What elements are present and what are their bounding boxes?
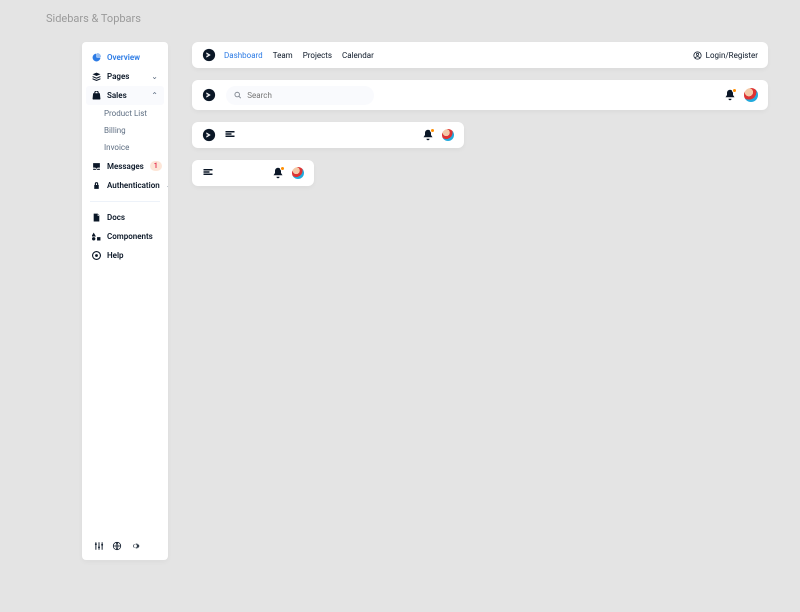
sidebar-item-messages[interactable]: Messages 1 (86, 156, 164, 176)
sidebar-label: Sales (107, 91, 145, 100)
divider (90, 201, 160, 202)
sidebar-footer (82, 535, 168, 560)
sidebar-label: Help (107, 251, 158, 260)
pie-chart-icon (92, 53, 101, 62)
search-icon (234, 91, 241, 99)
login-register-link[interactable]: Login/Register (693, 51, 758, 60)
nav-link-dashboard[interactable]: Dashboard (224, 51, 263, 60)
topbar-nav-links: Dashboard Team Projects Calendar Login/R… (192, 42, 768, 68)
inbox-icon (92, 162, 101, 171)
notification-dot (430, 128, 435, 133)
login-label: Login/Register (706, 51, 758, 60)
nav-links: Dashboard Team Projects Calendar (224, 51, 374, 60)
sidebar-label: Overview (107, 53, 158, 62)
layers-icon (92, 72, 101, 81)
messages-badge: 1 (150, 161, 162, 171)
hamburger-icon (224, 128, 236, 140)
lock-icon (92, 181, 101, 190)
sidebar-item-invoice[interactable]: Invoice (104, 139, 164, 156)
bag-icon (92, 91, 101, 100)
sidebar-label: Messages (107, 162, 144, 171)
notification-dot (732, 88, 737, 93)
shapes-icon (92, 232, 101, 241)
nav-link-projects[interactable]: Projects (303, 51, 332, 60)
sidebar: Overview Pages ⌄ Sales ⌃ Product List Bi… (82, 42, 168, 560)
document-icon (92, 213, 101, 222)
notifications-button[interactable] (724, 89, 736, 101)
nav-link-team[interactable]: Team (273, 51, 293, 60)
sidebar-item-docs[interactable]: Docs (86, 208, 164, 227)
topbar-minimal (192, 160, 314, 186)
hamburger-icon (202, 166, 214, 178)
search-field[interactable] (226, 86, 374, 105)
topbar-search (192, 80, 768, 110)
sidebar-item-sales[interactable]: Sales ⌃ (86, 86, 164, 105)
section-title: Sidebars & Topbars (0, 0, 800, 25)
user-circle-icon (693, 51, 702, 60)
lifebuoy-icon (92, 251, 101, 260)
brand-logo-icon[interactable] (202, 48, 216, 62)
sidebar-item-components[interactable]: Components (86, 227, 164, 246)
sidebar-item-authentication[interactable]: Authentication ⌄ (86, 176, 164, 195)
settings-icon[interactable] (130, 541, 140, 554)
brand-logo-icon[interactable] (202, 88, 216, 102)
globe-icon[interactable] (112, 541, 122, 554)
sidebar-label: Authentication (107, 181, 160, 190)
notification-dot (280, 166, 285, 171)
topbar-compact-logo (192, 122, 464, 148)
chevron-down-icon: ⌄ (151, 72, 158, 81)
sidebar-label: Pages (107, 72, 145, 81)
sidebar-label: Components (107, 232, 158, 241)
avatar[interactable] (292, 167, 304, 179)
avatar[interactable] (744, 88, 758, 102)
notifications-button[interactable] (422, 129, 434, 141)
brand-logo-icon[interactable] (202, 128, 216, 142)
sidebar-label: Docs (107, 213, 158, 222)
sidebar-sales-children: Product List Billing Invoice (86, 105, 164, 156)
avatar[interactable] (442, 129, 454, 141)
sidebar-item-pages[interactable]: Pages ⌄ (86, 67, 164, 86)
sidebar-item-billing[interactable]: Billing (104, 122, 164, 139)
menu-toggle[interactable] (224, 128, 236, 143)
notifications-button[interactable] (272, 167, 284, 179)
search-input[interactable] (245, 90, 366, 101)
menu-toggle[interactable] (202, 166, 214, 181)
chevron-up-icon: ⌃ (151, 91, 158, 100)
nav-link-calendar[interactable]: Calendar (342, 51, 374, 60)
sidebar-item-product-list[interactable]: Product List (104, 105, 164, 122)
sliders-icon[interactable] (94, 541, 104, 554)
sidebar-item-overview[interactable]: Overview (86, 48, 164, 67)
chevron-down-icon: ⌄ (166, 181, 168, 190)
sidebar-item-help[interactable]: Help (86, 246, 164, 265)
